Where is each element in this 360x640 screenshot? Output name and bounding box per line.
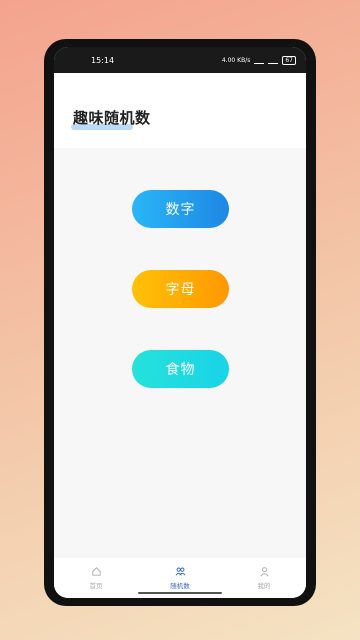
- tab-home-label: 首页: [89, 582, 103, 590]
- food-button[interactable]: 食物: [132, 350, 229, 388]
- bottom-tab-bar: 首页 随机数 我的: [54, 558, 306, 598]
- tab-random-label: 随机数: [170, 582, 190, 590]
- status-icons: 4.00 KB/s 67: [221, 55, 296, 65]
- status-time: 15:14: [91, 55, 115, 65]
- network-speed: 4.00 KB/s: [221, 56, 251, 64]
- main-content: 数字 字母 食物: [54, 148, 306, 558]
- tab-random[interactable]: 随机数: [150, 566, 210, 590]
- home-icon: [91, 567, 101, 576]
- number-button[interactable]: 数字: [132, 190, 229, 228]
- screen: 15:14 4.00 KB/s 67 趣味随机数 数字 字母 食物 首页 随机数…: [54, 47, 306, 598]
- home-indicator[interactable]: [138, 592, 222, 594]
- letter-button[interactable]: 字母: [132, 270, 229, 308]
- page-title: 趣味随机数: [73, 109, 151, 127]
- wifi-icon: [254, 56, 265, 64]
- people-icon: [175, 567, 185, 576]
- app-header: 趣味随机数: [54, 73, 306, 148]
- tab-mine[interactable]: 我的: [234, 566, 294, 590]
- tab-home[interactable]: 首页: [66, 566, 126, 590]
- signal-icon: [268, 56, 279, 64]
- user-icon: [259, 567, 269, 577]
- battery-icon: 67: [282, 55, 296, 65]
- status-bar: 15:14 4.00 KB/s 67: [54, 47, 306, 73]
- tab-mine-label: 我的: [257, 582, 271, 590]
- phone-frame: 15:14 4.00 KB/s 67 趣味随机数 数字 字母 食物 首页 随机数…: [44, 39, 316, 606]
